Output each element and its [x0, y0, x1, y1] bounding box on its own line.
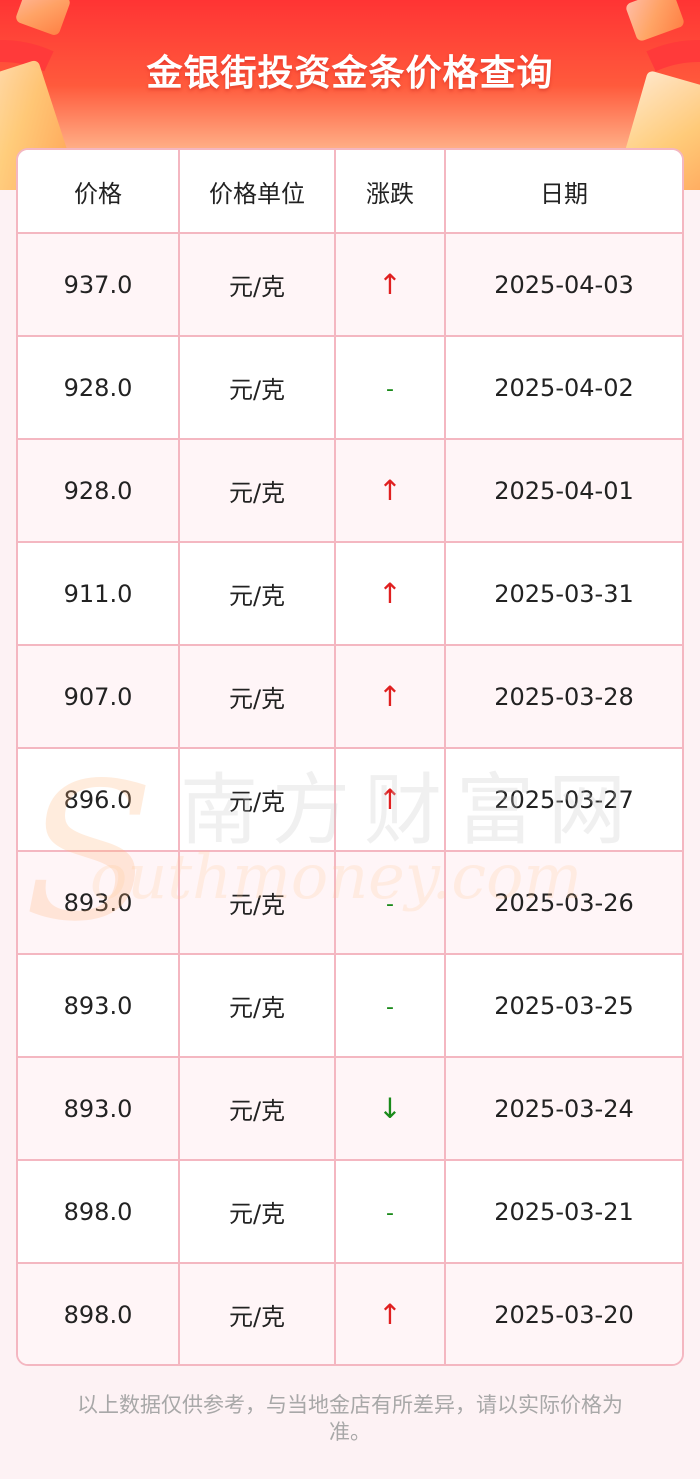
price-cell: 893.0	[18, 954, 180, 1058]
table-row: 937.0 元/克 ↑ 2025-04-03	[18, 233, 682, 337]
change-cell: ↑	[335, 233, 446, 337]
table-row: 898.0 元/克 ↑ 2025-03-20	[18, 1263, 682, 1364]
change-cell: ↑	[335, 1263, 446, 1364]
unit-cell: 元/克	[179, 954, 336, 1058]
page-title: 金银街投资金条价格查询	[146, 53, 554, 94]
table-row: 928.0 元/克 - 2025-04-02	[18, 336, 682, 440]
arrow-up-icon: ↑	[378, 783, 402, 816]
dash-icon: -	[386, 891, 394, 917]
price-cell: 893.0	[18, 1057, 180, 1161]
table-header-row: 价格 价格单位 涨跌 日期	[18, 150, 682, 234]
date-cell: 2025-03-28	[445, 645, 682, 749]
unit-cell: 元/克	[179, 851, 336, 955]
unit-cell: 元/克	[179, 439, 336, 543]
table-row: 898.0 元/克 - 2025-03-21	[18, 1160, 682, 1264]
dash-icon: -	[386, 1200, 394, 1226]
table-row: 893.0 元/克 - 2025-03-26	[18, 851, 682, 955]
table-row: 893.0 元/克 ↓ 2025-03-24	[18, 1057, 682, 1161]
change-cell: ↑	[335, 439, 446, 543]
table-row: 896.0 元/克 ↑ 2025-03-27	[18, 748, 682, 852]
arrow-up-icon: ↑	[378, 1298, 402, 1331]
unit-cell: 元/克	[179, 233, 336, 337]
price-cell: 907.0	[18, 645, 180, 749]
price-cell: 896.0	[18, 748, 180, 852]
arrow-down-icon: ↓	[378, 1092, 402, 1125]
table-row: 907.0 元/克 ↑ 2025-03-28	[18, 645, 682, 749]
change-cell: -	[335, 851, 446, 955]
price-table: 价格 价格单位 涨跌 日期 937.0 元/克 ↑ 2025-04-03 928.0 元/…	[18, 150, 682, 1364]
date-cell: 2025-03-20	[445, 1263, 682, 1364]
arrow-up-icon: ↑	[378, 577, 402, 610]
date-cell: 2025-04-02	[445, 336, 682, 440]
price-cell: 898.0	[18, 1160, 180, 1264]
unit-cell: 元/克	[179, 542, 336, 646]
change-cell: -	[335, 336, 446, 440]
change-cell: -	[335, 1160, 446, 1264]
unit-cell: 元/克	[179, 336, 336, 440]
table-row: 893.0 元/克 - 2025-03-25	[18, 954, 682, 1058]
column-header-unit: 价格单位	[179, 150, 336, 234]
price-cell: 898.0	[18, 1263, 180, 1364]
column-header-date: 日期	[445, 150, 682, 234]
date-cell: 2025-03-21	[445, 1160, 682, 1264]
date-cell: 2025-04-03	[445, 233, 682, 337]
price-cell: 893.0	[18, 851, 180, 955]
change-cell: ↓	[335, 1057, 446, 1161]
date-cell: 2025-03-25	[445, 954, 682, 1058]
price-cell: 911.0	[18, 542, 180, 646]
arrow-up-icon: ↑	[378, 474, 402, 507]
disclaimer-text: 以上数据仅供参考，与当地金店有所差异，请以实际价格为准。	[77, 1393, 623, 1444]
date-cell: 2025-04-01	[445, 439, 682, 543]
gold-bar-decoration-left-small	[14, 0, 72, 37]
gold-bar-decoration-right-small	[624, 0, 686, 43]
unit-cell: 元/克	[179, 1160, 336, 1264]
change-cell: ↑	[335, 748, 446, 852]
arrow-up-icon: ↑	[378, 680, 402, 713]
unit-cell: 元/克	[179, 1057, 336, 1161]
price-table-card: 价格 价格单位 涨跌 日期 937.0 元/克 ↑ 2025-04-03 928.0 元/…	[16, 148, 684, 1366]
change-cell: ↑	[335, 645, 446, 749]
date-cell: 2025-03-31	[445, 542, 682, 646]
unit-cell: 元/克	[179, 645, 336, 749]
arrow-up-icon: ↑	[378, 268, 402, 301]
table-row: 911.0 元/克 ↑ 2025-03-31	[18, 542, 682, 646]
unit-cell: 元/克	[179, 1263, 336, 1364]
price-cell: 928.0	[18, 336, 180, 440]
price-cell: 928.0	[18, 439, 180, 543]
column-header-price: 价格	[18, 150, 180, 234]
dash-icon: -	[386, 376, 394, 402]
change-cell: -	[335, 954, 446, 1058]
column-header-change: 涨跌	[335, 150, 446, 234]
date-cell: 2025-03-24	[445, 1057, 682, 1161]
change-cell: ↑	[335, 542, 446, 646]
price-cell: 937.0	[18, 233, 180, 337]
table-body: 937.0 元/克 ↑ 2025-04-03 928.0 元/克 -2025-04-02 92…	[18, 233, 682, 1364]
unit-cell: 元/克	[179, 748, 336, 852]
dash-icon: -	[386, 994, 394, 1020]
date-cell: 2025-03-27	[445, 748, 682, 852]
date-cell: 2025-03-26	[445, 851, 682, 955]
table-row: 928.0 元/克 ↑ 2025-04-01	[18, 439, 682, 543]
